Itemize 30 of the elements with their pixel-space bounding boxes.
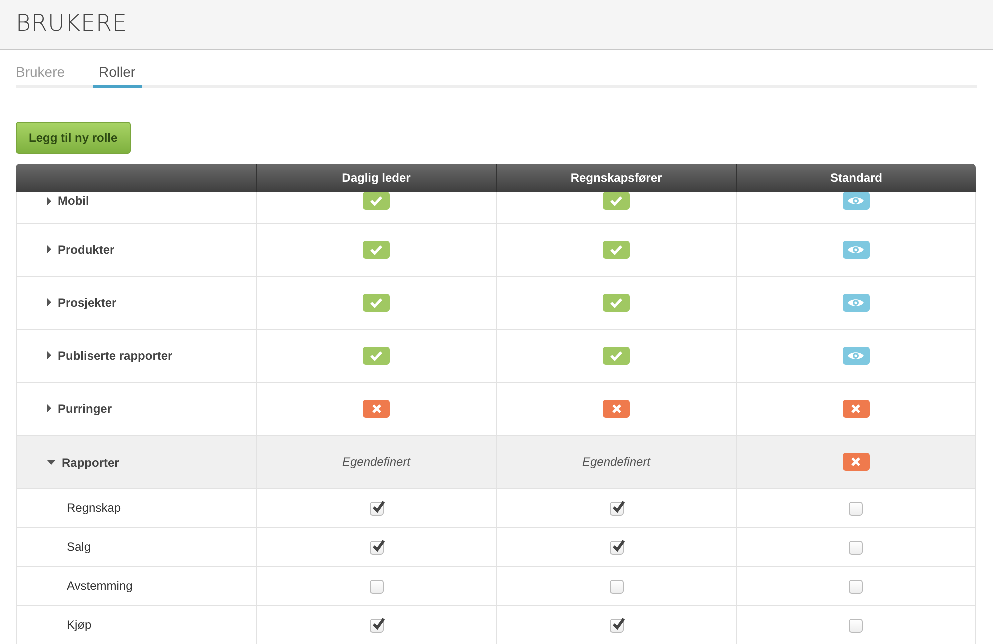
checkbox[interactable] <box>610 540 624 555</box>
row-toggle[interactable]: Purringer <box>47 400 112 418</box>
column-header: Standard <box>736 164 976 192</box>
row-label: Regnskap <box>66 501 122 515</box>
row-toggle[interactable]: Publiserte rapporter <box>47 346 173 365</box>
checkbox[interactable] <box>849 580 863 594</box>
checkbox[interactable] <box>610 580 624 594</box>
checkbox[interactable] <box>849 502 863 516</box>
add-role-button[interactable]: Legg til ny rolle <box>16 122 131 154</box>
checkbox[interactable] <box>370 502 384 516</box>
permission-text: Egendefinert <box>342 455 411 469</box>
checkbox[interactable] <box>370 618 384 633</box>
checkbox[interactable] <box>370 540 384 555</box>
permission-text: Egendefinert <box>582 455 651 469</box>
row-label: Salg <box>66 540 92 554</box>
row-label: Kjøp <box>66 618 92 632</box>
row-toggle[interactable]: Prosjekter <box>47 294 117 312</box>
column-header: Daglig leder <box>256 164 496 192</box>
row-toggle[interactable]: Produkter <box>47 240 115 259</box>
checkbox[interactable] <box>849 540 863 555</box>
checkbox[interactable] <box>610 502 624 516</box>
row-label: Avstemming <box>66 579 133 593</box>
row-toggle[interactable]: Rapporter <box>47 454 120 472</box>
checkbox[interactable] <box>370 580 384 594</box>
checkbox[interactable] <box>610 618 624 633</box>
tab[interactable]: Roller <box>93 62 142 88</box>
checkbox[interactable] <box>849 618 863 633</box>
page-title: BRUKERE <box>16 10 128 38</box>
row-toggle[interactable]: Mobil <box>47 192 90 210</box>
column-header: Regnskapsfører <box>496 164 736 192</box>
